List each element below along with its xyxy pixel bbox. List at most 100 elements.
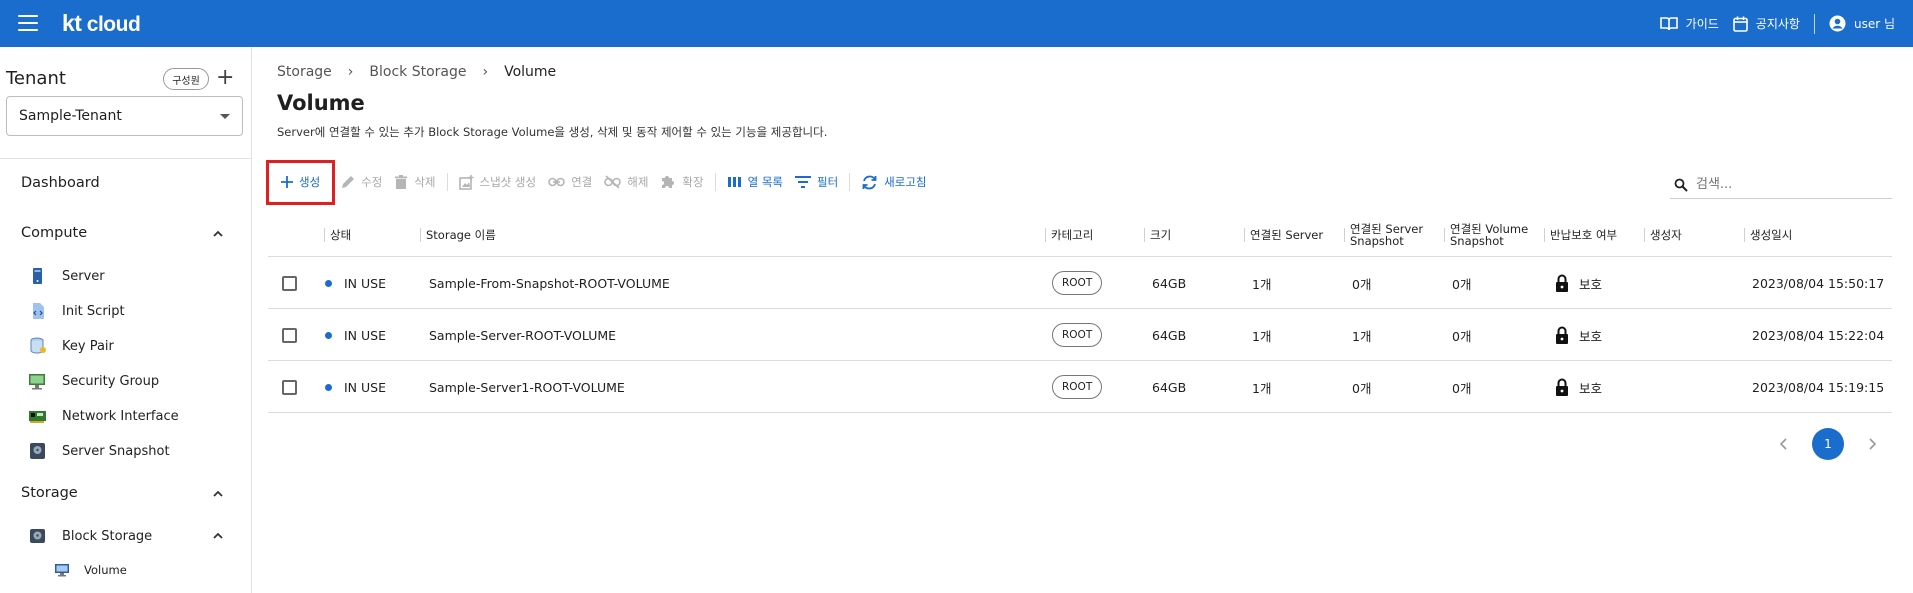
server-snapshot-cell: 1개 (1352, 328, 1372, 344)
sidebar-item-server-snapshot[interactable]: Server Snapshot (28, 438, 170, 464)
chevron-right-icon[interactable] (1864, 436, 1880, 452)
refresh-button[interactable]: 새로고침 (855, 166, 932, 198)
chevron-right-icon: › (482, 64, 489, 80)
sidebar-item-init-script[interactable]: Init Script (28, 298, 125, 324)
category-chip: ROOT (1052, 375, 1103, 399)
divider (446, 173, 448, 191)
columns-button[interactable]: 열 목록 (721, 166, 789, 198)
book-icon (1659, 16, 1678, 30)
column-storage-name[interactable]: Storage 이름 (420, 212, 496, 257)
add-tenant-icon[interactable]: + (216, 65, 234, 91)
delete-button[interactable]: 삭제 (388, 166, 441, 198)
link-off-icon (604, 175, 622, 189)
sidebar-item-network-interface[interactable]: Network Interface (28, 403, 179, 429)
add-photo-icon (458, 174, 474, 190)
sidebar-item-key-pair[interactable]: Key Pair (28, 333, 114, 359)
chevron-up-icon[interactable] (213, 531, 223, 541)
view-column-icon (727, 177, 741, 187)
column-creator[interactable]: 생성자 (1644, 212, 1682, 257)
extend-button[interactable]: 확장 (654, 166, 709, 198)
nav-storage[interactable]: Storage (21, 485, 78, 501)
nav-dashboard[interactable]: Dashboard (21, 175, 100, 191)
connected-server-cell: 1개 (1252, 276, 1272, 292)
create-button[interactable]: 생성 (266, 159, 336, 205)
pagination: 1 (1776, 428, 1880, 460)
menu-icon[interactable] (18, 15, 38, 31)
table-row[interactable]: IN USE Sample-Server-ROOT-VOLUME ROOT 64… (268, 309, 1892, 361)
status-cell: IN USE (325, 309, 386, 361)
detach-button[interactable]: 해제 (598, 166, 654, 198)
column-size[interactable]: 크기 (1144, 212, 1171, 257)
puzzle-icon (662, 176, 675, 188)
chevron-left-icon[interactable] (1776, 436, 1792, 452)
column-return-protection[interactable]: 반납보호 여부 (1544, 212, 1617, 257)
lock-icon (1556, 378, 1568, 396)
nav-compute[interactable]: Compute (21, 225, 87, 241)
breadcrumb-volume: Volume (504, 64, 557, 80)
user-menu[interactable]: user 님 (1829, 15, 1895, 32)
breadcrumb: Storage › Block Storage › Volume (277, 64, 556, 80)
search-box (1670, 171, 1892, 199)
protect-cell: 보호 (1555, 361, 1602, 413)
divider (849, 173, 851, 191)
chevron-right-icon: › (347, 64, 354, 80)
plus-icon (281, 176, 293, 188)
guide-link[interactable]: 가이드 (1659, 15, 1719, 32)
row-checkbox[interactable] (282, 327, 297, 343)
row-checkbox[interactable] (282, 379, 297, 395)
status-cell: IN USE (325, 361, 386, 413)
member-button[interactable]: 구성원 (163, 68, 209, 90)
column-created-at[interactable]: 생성일시 (1744, 212, 1792, 257)
name-cell[interactable]: Sample-Server1-ROOT-VOLUME (429, 361, 625, 413)
table-row[interactable]: IN USE Sample-Server1-ROOT-VOLUME ROOT 6… (268, 361, 1892, 413)
size-cell: 64GB (1152, 379, 1187, 395)
chevron-up-icon[interactable] (213, 489, 223, 499)
breadcrumb-storage[interactable]: Storage (277, 64, 332, 80)
hard-disk-icon (30, 529, 45, 543)
breadcrumb-block-storage[interactable]: Block Storage (369, 64, 466, 80)
edit-button[interactable]: 수정 (335, 166, 388, 198)
sidebar-item-block-storage[interactable]: Block Storage (28, 523, 152, 549)
create-snapshot-button[interactable]: 스냅샷 생성 (453, 166, 543, 198)
volume-snapshot-cell: 0개 (1452, 380, 1472, 396)
sidebar-item-volume[interactable]: Volume (54, 557, 127, 583)
column-category[interactable]: 카테고리 (1045, 212, 1093, 257)
status-dot-icon (325, 383, 332, 391)
page-button[interactable]: 1 (1812, 428, 1844, 460)
link-icon (548, 177, 565, 187)
created-at-cell: 2023/08/04 15:50:17 (1752, 275, 1885, 291)
toolbar: 생성 수정 삭제 스냅샷 생성 연결 해제 확장 열 목록 필터 새로고침 (266, 159, 933, 205)
status-dot-icon (325, 279, 332, 287)
sidebar-item-security-group[interactable]: Security Group (28, 368, 159, 394)
main-content: Storage › Block Storage › Volume Volume … (252, 47, 1913, 593)
database-key-icon (30, 337, 46, 354)
column-connected-server[interactable]: 연결된 Server (1244, 212, 1323, 257)
divider (714, 173, 716, 191)
chevron-up-icon[interactable] (213, 229, 223, 239)
tenant-select[interactable]: Sample-Tenant (6, 96, 243, 136)
search-input[interactable] (1696, 177, 1876, 192)
script-file-icon (33, 303, 44, 319)
notice-link[interactable]: 공지사항 (1732, 15, 1800, 32)
trash-icon (395, 175, 408, 189)
page-description: Server에 연결할 수 있는 추가 Block Storage Volume… (277, 125, 828, 139)
created-at-cell: 2023/08/04 15:22:04 (1752, 327, 1885, 343)
connected-server-cell: 1개 (1252, 380, 1272, 396)
volume-snapshot-cell: 0개 (1452, 276, 1472, 292)
kt-cloud-logo[interactable]: kt cloud (62, 10, 141, 37)
name-cell[interactable]: Sample-Server-ROOT-VOLUME (429, 309, 616, 361)
row-checkbox[interactable] (282, 275, 297, 291)
column-connected-volume-snapshot[interactable]: 연결된 Volume Snapshot (1444, 212, 1528, 257)
column-status[interactable]: 상태 (324, 212, 351, 257)
table-row[interactable]: IN USE Sample-From-Snapshot-ROOT-VOLUME … (268, 257, 1892, 309)
network-card-icon (29, 411, 46, 423)
sidebar-item-server[interactable]: Server (28, 263, 105, 289)
calendar-icon (1732, 16, 1748, 32)
filter-button[interactable]: 필터 (789, 166, 844, 198)
attach-button[interactable]: 연결 (542, 166, 598, 198)
category-chip: ROOT (1052, 323, 1103, 347)
server-icon (33, 268, 42, 284)
column-connected-server-snapshot[interactable]: 연결된 Server Snapshot (1344, 212, 1423, 257)
tenant-title: Tenant (6, 68, 66, 89)
name-cell[interactable]: Sample-From-Snapshot-ROOT-VOLUME (429, 257, 670, 309)
